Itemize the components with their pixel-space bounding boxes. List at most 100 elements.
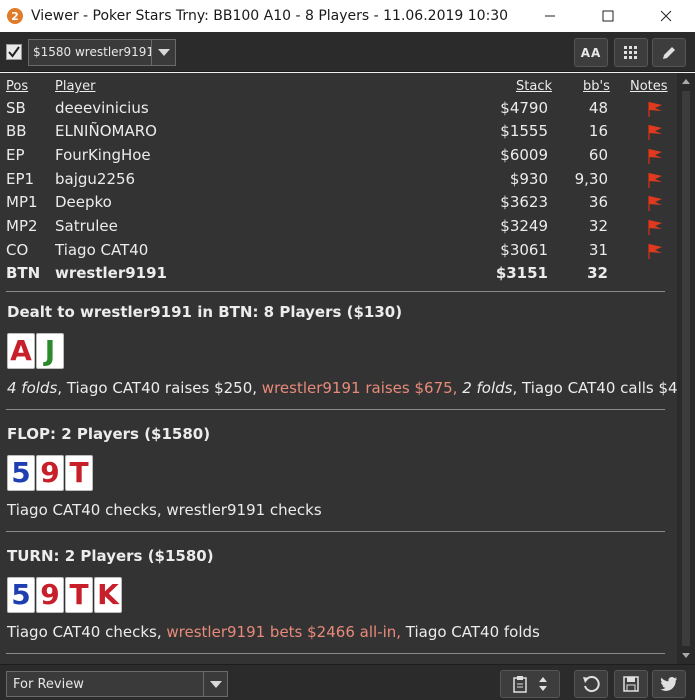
flop-actions: Tiago CAT40 checks, wrestler9191 checks xyxy=(7,501,322,519)
row-bbs: 60 xyxy=(588,146,608,164)
table-row[interactable]: CO Tiago CAT40 $3061 31 xyxy=(0,239,677,262)
table-row[interactable]: EP1 bajgu2256 $930 9,30 xyxy=(0,168,677,191)
scroll-up-icon[interactable] xyxy=(682,79,690,84)
row-player[interactable]: Satrulee xyxy=(55,217,118,235)
row-bbs: 32 xyxy=(587,264,608,282)
refresh-button[interactable] xyxy=(574,670,608,698)
close-button[interactable] xyxy=(637,0,695,32)
row-player[interactable]: wrestler9191 xyxy=(55,264,167,282)
card: T xyxy=(65,455,93,491)
hand-checkbox[interactable] xyxy=(6,44,22,60)
scroll-down-icon[interactable] xyxy=(682,653,690,658)
chevron-down-icon xyxy=(209,680,222,688)
table-row-hero[interactable]: BTN wrestler9191 $3151 32 xyxy=(0,262,677,285)
close-icon xyxy=(660,10,672,22)
app-icon: 2 xyxy=(7,8,23,24)
col-header-player[interactable]: Player xyxy=(55,79,95,94)
note-flag-icon[interactable] xyxy=(646,147,664,165)
row-stack: $3061 xyxy=(500,241,548,259)
divider xyxy=(6,291,665,292)
font-size-icon: AA xyxy=(580,45,602,60)
row-stack: $3151 xyxy=(495,264,548,282)
flop-cards: 5 9 T xyxy=(7,455,94,491)
window-title: Viewer - Poker Stars Trny: BB100 A10 - 8… xyxy=(31,8,509,24)
card: K xyxy=(94,577,122,613)
table-row[interactable]: MP2 Satrulee $3249 32 xyxy=(0,215,677,238)
font-size-button[interactable]: AA xyxy=(574,38,608,67)
note-flag-icon[interactable] xyxy=(646,242,664,260)
row-player[interactable]: ELNIÑOMARO xyxy=(55,122,157,140)
divider xyxy=(6,653,665,654)
table-row[interactable]: SB deeevinicius $4790 48 xyxy=(0,97,677,120)
flop-title: FLOP: 2 Players ($1580) xyxy=(7,425,211,443)
row-player[interactable]: FourKingHoe xyxy=(55,146,151,164)
hero-action-text: wrestler9191 bets $2466 all-in, xyxy=(166,623,402,641)
grid-icon xyxy=(624,45,637,59)
action-text: , Tiago CAT40 calls $425 xyxy=(512,379,695,397)
row-pos: SB xyxy=(6,99,26,117)
hand-selector-value: $1580 wrestler9191 xyxy=(33,45,151,59)
clipboard-icon xyxy=(513,676,527,693)
action-text: Tiago CAT40 folds xyxy=(401,623,540,641)
row-player[interactable]: bajgu2256 xyxy=(55,170,135,188)
preflop-actions: 4 folds, Tiago CAT40 raises $250, wrestl… xyxy=(7,379,695,397)
minimize-icon xyxy=(545,15,555,17)
table-row[interactable]: BB ELNIÑOMARO $1555 16 xyxy=(0,120,677,143)
hand-selector-dropdown[interactable] xyxy=(151,40,175,65)
note-flag-icon[interactable] xyxy=(646,100,664,118)
row-bbs: 31 xyxy=(588,241,608,259)
row-stack: $3249 xyxy=(500,217,548,235)
col-header-pos[interactable]: Pos xyxy=(6,79,28,94)
card: 5 xyxy=(7,455,35,491)
turn-actions: Tiago CAT40 checks, wrestler9191 bets $2… xyxy=(7,623,540,641)
minimize-button[interactable] xyxy=(521,0,579,32)
col-header-stack[interactable]: Stack xyxy=(516,79,552,94)
row-pos: MP2 xyxy=(6,217,38,235)
row-stack: $1555 xyxy=(500,122,548,140)
card: 9 xyxy=(36,577,64,613)
row-pos: MP1 xyxy=(6,193,38,211)
hero-action-text: wrestler9191 raises $675, xyxy=(261,379,458,397)
vertical-scrollbar[interactable] xyxy=(677,73,695,664)
col-header-notes[interactable]: Notes xyxy=(630,79,668,94)
hand-selector[interactable]: $1580 wrestler9191 xyxy=(28,39,176,66)
bottom-bar: For Review xyxy=(0,664,695,700)
row-pos: BTN xyxy=(6,264,41,282)
divider xyxy=(6,531,665,532)
twitter-button[interactable] xyxy=(652,670,686,698)
row-player[interactable]: Deepko xyxy=(55,193,112,211)
maximize-button[interactable] xyxy=(579,0,637,32)
note-flag-icon[interactable] xyxy=(646,194,664,212)
grid-view-button[interactable] xyxy=(614,38,648,67)
table-row[interactable]: EP FourKingHoe $6009 60 xyxy=(0,144,677,167)
note-flag-icon[interactable] xyxy=(646,123,664,141)
row-pos: EP1 xyxy=(6,170,35,188)
row-stack: $4790 xyxy=(500,99,548,117)
row-stack: $930 xyxy=(509,170,548,188)
title-bar: 2 Viewer - Poker Stars Trny: BB100 A10 -… xyxy=(0,0,695,32)
edit-button[interactable] xyxy=(652,38,686,67)
row-pos: BB xyxy=(6,122,27,140)
table-row[interactable]: MP1 Deepko $3623 36 xyxy=(0,191,677,214)
clipboard-button[interactable] xyxy=(500,670,560,698)
note-flag-icon[interactable] xyxy=(646,171,664,189)
save-button[interactable] xyxy=(614,670,648,698)
save-icon xyxy=(623,676,639,692)
action-text: 2 folds xyxy=(462,379,513,397)
tag-selector-dropdown[interactable] xyxy=(203,672,227,696)
row-player[interactable]: deeevinicius xyxy=(55,99,149,117)
note-flag-icon[interactable] xyxy=(646,218,664,236)
card: J xyxy=(36,333,64,369)
turn-cards: 5 9 T K xyxy=(7,577,123,613)
preflop-title: Dealt to wrestler9191 in BTN: 8 Players … xyxy=(7,303,403,321)
turn-title: TURN: 2 Players ($1580) xyxy=(7,547,214,565)
scroll-thumb[interactable] xyxy=(682,91,690,646)
maximize-icon xyxy=(602,10,614,22)
tag-selector[interactable]: For Review xyxy=(6,671,228,697)
row-bbs: 32 xyxy=(588,217,608,235)
action-text: Tiago CAT40 checks, xyxy=(7,623,167,641)
row-pos: EP xyxy=(6,146,25,164)
col-header-bbs[interactable]: bb's xyxy=(583,79,610,94)
chevron-down-icon xyxy=(157,49,170,56)
row-player[interactable]: Tiago CAT40 xyxy=(55,241,148,259)
